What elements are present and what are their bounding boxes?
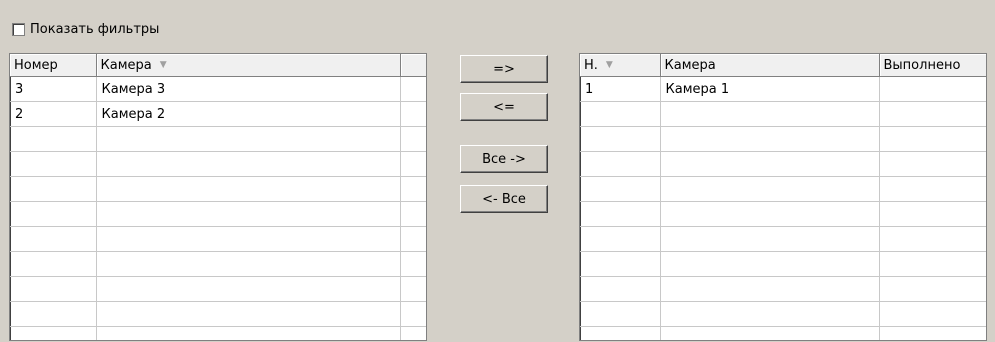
column-header-done[interactable]: Выполнено	[879, 54, 986, 77]
empty-row	[580, 101, 986, 127]
empty-row	[10, 226, 426, 252]
cell-camera: Камера 2	[96, 101, 401, 127]
column-header-camera[interactable]: Камера	[660, 54, 880, 77]
move-right-button[interactable]: =>	[460, 55, 548, 83]
empty-row	[580, 251, 986, 277]
empty-row	[580, 301, 986, 327]
move-all-left-button[interactable]: <- Все	[460, 185, 548, 213]
empty-row	[580, 176, 986, 202]
cell-done	[879, 76, 986, 102]
available-cameras-grid[interactable]: Номер Камера ▼ 3 Камера 3 2 Камера 2	[9, 53, 427, 341]
column-header-filler	[400, 54, 426, 77]
selected-cameras-grid[interactable]: Н. ▼ Камера Выполнено 1 Камера 1	[579, 53, 987, 341]
move-left-button[interactable]: <=	[460, 93, 548, 121]
move-all-right-button[interactable]: Все ->	[460, 145, 548, 173]
cell-number: 2	[10, 101, 97, 127]
table-row[interactable]: 2 Камера 2	[10, 101, 426, 127]
empty-row	[10, 326, 426, 340]
empty-row	[10, 176, 426, 202]
empty-row	[580, 126, 986, 152]
empty-row	[580, 201, 986, 227]
cell-number: 3	[10, 76, 97, 102]
column-header-camera[interactable]: Камера ▼	[96, 54, 401, 77]
show-filters-label: Показать фильтры	[30, 21, 160, 37]
sort-indicator-icon: ▼	[605, 60, 613, 70]
empty-row	[580, 326, 986, 340]
empty-row	[10, 276, 426, 302]
cell-camera: Камера 3	[96, 76, 401, 102]
empty-row	[580, 151, 986, 177]
column-header-number[interactable]: Номер	[10, 54, 97, 77]
empty-row	[10, 301, 426, 327]
empty-row	[580, 226, 986, 252]
show-filters-toggle[interactable]: Показать фильтры	[12, 20, 159, 38]
empty-row	[10, 251, 426, 277]
cell-camera: Камера 1	[660, 76, 880, 102]
cell-number: 1	[580, 76, 661, 102]
empty-row	[10, 126, 426, 152]
table-row[interactable]: 1 Камера 1	[580, 76, 986, 102]
empty-row	[10, 151, 426, 177]
sort-indicator-icon: ▼	[159, 60, 167, 70]
show-filters-checkbox[interactable]	[12, 22, 25, 36]
empty-row	[10, 201, 426, 227]
table-row[interactable]: 3 Камера 3	[10, 76, 426, 102]
column-header-n[interactable]: Н. ▼	[580, 54, 661, 77]
empty-row	[580, 276, 986, 302]
